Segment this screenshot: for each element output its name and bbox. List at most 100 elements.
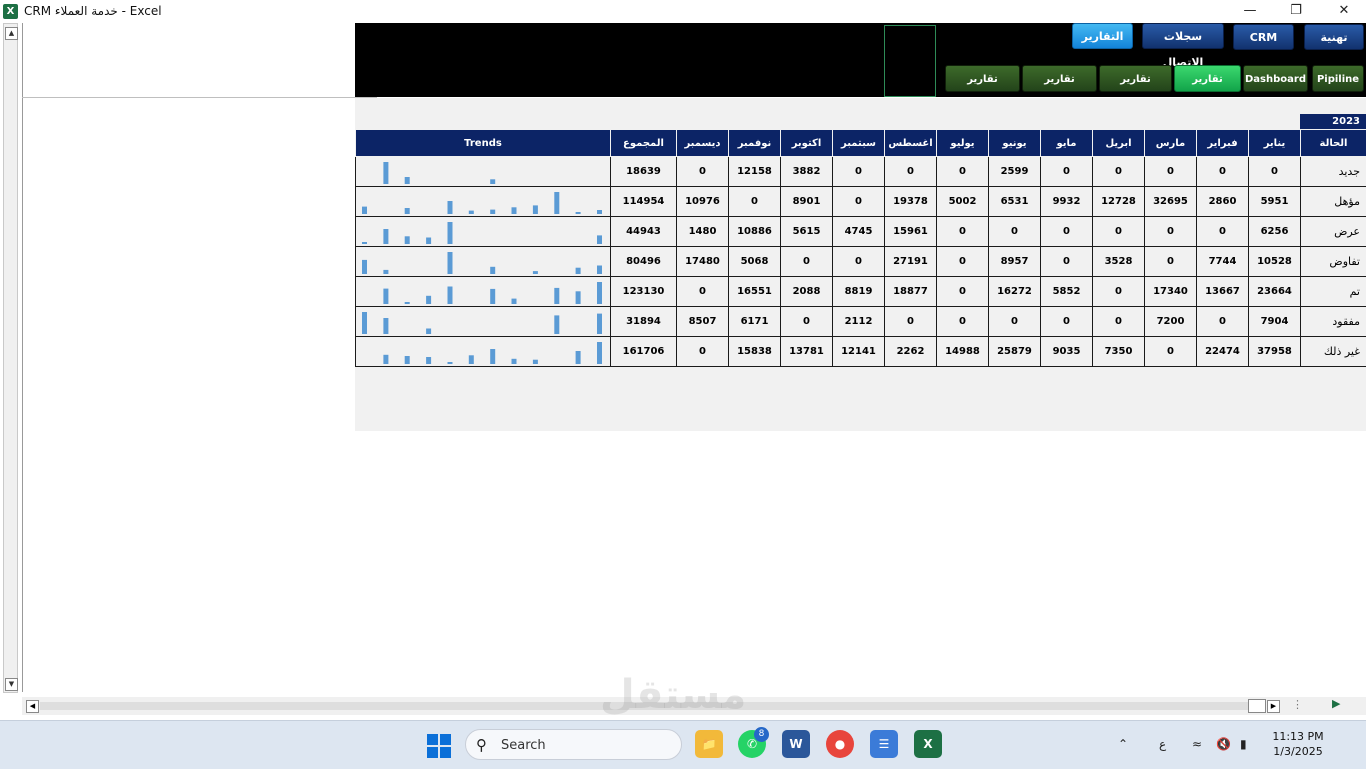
month-value-cell[interactable]: 16551 xyxy=(729,277,781,307)
sub-products-reports-button[interactable]: تقارير المنتجات xyxy=(945,65,1020,92)
restore-icon[interactable]: ❐ xyxy=(1276,2,1316,20)
month-value-cell[interactable]: 0 xyxy=(1041,247,1093,277)
month-value-cell[interactable]: 0 xyxy=(677,277,729,307)
month-value-cell[interactable]: 0 xyxy=(1041,157,1093,187)
speaker-muted-icon[interactable]: 🔇 xyxy=(1216,737,1231,751)
battery-icon[interactable]: ▮ xyxy=(1240,737,1247,751)
month-value-cell[interactable]: 25879 xyxy=(989,337,1041,367)
month-value-cell[interactable]: 10528 xyxy=(1249,247,1301,277)
month-value-cell[interactable]: 10976 xyxy=(677,187,729,217)
month-value-cell[interactable]: 18877 xyxy=(885,277,937,307)
month-value-cell[interactable]: 9932 xyxy=(1041,187,1093,217)
month-value-cell[interactable]: 15961 xyxy=(885,217,937,247)
month-value-cell[interactable]: 0 xyxy=(989,217,1041,247)
month-value-cell[interactable]: 0 xyxy=(677,337,729,367)
month-value-cell[interactable]: 0 xyxy=(833,157,885,187)
sub-monthly-reports-button[interactable]: تقارير شهرية xyxy=(1174,65,1241,92)
month-value-cell[interactable]: 5615 xyxy=(781,217,833,247)
taskbar-search[interactable]: ⚲ Search xyxy=(465,729,682,760)
month-value-cell[interactable]: 0 xyxy=(885,307,937,337)
row-total-cell[interactable]: 114954 xyxy=(611,187,677,217)
month-value-cell[interactable]: 14988 xyxy=(937,337,989,367)
row-status-label[interactable]: غير ذلك xyxy=(1301,337,1366,367)
month-value-cell[interactable]: 0 xyxy=(937,157,989,187)
month-value-cell[interactable]: 15838 xyxy=(729,337,781,367)
sheet-nav-next-icon[interactable]: ▶ xyxy=(1332,697,1340,710)
scroll-down-icon[interactable]: ▼ xyxy=(5,678,18,691)
month-value-cell[interactable]: 0 xyxy=(937,307,989,337)
chrome-icon[interactable]: ● xyxy=(826,730,854,758)
month-value-cell[interactable]: 37958 xyxy=(1249,337,1301,367)
month-value-cell[interactable]: 13667 xyxy=(1197,277,1249,307)
month-value-cell[interactable]: 10886 xyxy=(729,217,781,247)
month-value-cell[interactable]: 6256 xyxy=(1249,217,1301,247)
month-value-cell[interactable]: 0 xyxy=(1041,217,1093,247)
month-value-cell[interactable]: 0 xyxy=(1093,277,1145,307)
month-value-cell[interactable]: 32695 xyxy=(1145,187,1197,217)
notepad-icon[interactable]: ☰ xyxy=(870,730,898,758)
trend-cell[interactable] xyxy=(356,307,611,337)
month-value-cell[interactable]: 2599 xyxy=(989,157,1041,187)
month-value-cell[interactable]: 0 xyxy=(1145,247,1197,277)
month-value-cell[interactable]: 17480 xyxy=(677,247,729,277)
tray-language[interactable]: ع xyxy=(1159,737,1166,751)
month-value-cell[interactable]: 0 xyxy=(989,307,1041,337)
month-value-cell[interactable]: 5951 xyxy=(1249,187,1301,217)
close-icon[interactable]: ✕ xyxy=(1324,2,1364,20)
month-value-cell[interactable]: 3882 xyxy=(781,157,833,187)
month-value-cell[interactable]: 12158 xyxy=(729,157,781,187)
month-value-cell[interactable]: 8507 xyxy=(677,307,729,337)
month-value-cell[interactable]: 0 xyxy=(1249,157,1301,187)
month-value-cell[interactable]: 8957 xyxy=(989,247,1041,277)
month-value-cell[interactable]: 7350 xyxy=(1093,337,1145,367)
file-explorer-icon[interactable]: 📁 xyxy=(695,730,723,758)
month-value-cell[interactable]: 2860 xyxy=(1197,187,1249,217)
selected-shape[interactable] xyxy=(884,25,936,97)
month-value-cell[interactable]: 0 xyxy=(1145,217,1197,247)
month-value-cell[interactable]: 8819 xyxy=(833,277,885,307)
nav-call-logs-button[interactable]: سجلات الاتصال xyxy=(1142,23,1224,49)
scroll-left-icon[interactable]: ◀ xyxy=(26,700,39,713)
windows-start-icon[interactable] xyxy=(427,734,451,758)
month-value-cell[interactable]: 0 xyxy=(885,157,937,187)
row-total-cell[interactable]: 44943 xyxy=(611,217,677,247)
sub-dashboard-button[interactable]: Dashboard xyxy=(1243,65,1308,92)
sub-pipeline-button[interactable]: Pipiline xyxy=(1312,65,1364,92)
month-value-cell[interactable]: 0 xyxy=(833,247,885,277)
month-value-cell[interactable]: 17340 xyxy=(1145,277,1197,307)
trend-cell[interactable] xyxy=(356,157,611,187)
month-value-cell[interactable]: 0 xyxy=(1093,157,1145,187)
month-value-cell[interactable]: 13781 xyxy=(781,337,833,367)
scroll-thumb[interactable] xyxy=(1248,699,1266,713)
month-value-cell[interactable]: 0 xyxy=(937,277,989,307)
month-value-cell[interactable]: 5002 xyxy=(937,187,989,217)
month-value-cell[interactable]: 0 xyxy=(1197,157,1249,187)
month-value-cell[interactable]: 5068 xyxy=(729,247,781,277)
split-handle-icon[interactable]: ⋮ xyxy=(1292,698,1303,711)
month-value-cell[interactable]: 0 xyxy=(1041,307,1093,337)
trend-cell[interactable] xyxy=(356,337,611,367)
row-status-label[interactable]: مفقود xyxy=(1301,307,1366,337)
month-value-cell[interactable]: 22474 xyxy=(1197,337,1249,367)
month-value-cell[interactable]: 0 xyxy=(781,247,833,277)
row-total-cell[interactable]: 31894 xyxy=(611,307,677,337)
month-value-cell[interactable]: 0 xyxy=(1093,307,1145,337)
trend-cell[interactable] xyxy=(356,277,611,307)
row-status-label[interactable]: جديد xyxy=(1301,157,1366,187)
sub-companies-reports-button[interactable]: تقارير الشركات xyxy=(1022,65,1097,92)
word-icon[interactable]: W xyxy=(782,730,810,758)
nav-congrats-button[interactable]: تهنية xyxy=(1304,24,1364,50)
month-value-cell[interactable]: 2262 xyxy=(885,337,937,367)
month-value-cell[interactable]: 2112 xyxy=(833,307,885,337)
month-value-cell[interactable]: 1480 xyxy=(677,217,729,247)
month-value-cell[interactable]: 0 xyxy=(1197,217,1249,247)
month-value-cell[interactable]: 19378 xyxy=(885,187,937,217)
month-value-cell[interactable]: 0 xyxy=(1145,157,1197,187)
month-value-cell[interactable]: 0 xyxy=(833,187,885,217)
month-value-cell[interactable]: 0 xyxy=(729,187,781,217)
trend-cell[interactable] xyxy=(356,247,611,277)
month-value-cell[interactable]: 0 xyxy=(677,157,729,187)
row-status-label[interactable]: عرض xyxy=(1301,217,1366,247)
row-total-cell[interactable]: 80496 xyxy=(611,247,677,277)
month-value-cell[interactable]: 23664 xyxy=(1249,277,1301,307)
